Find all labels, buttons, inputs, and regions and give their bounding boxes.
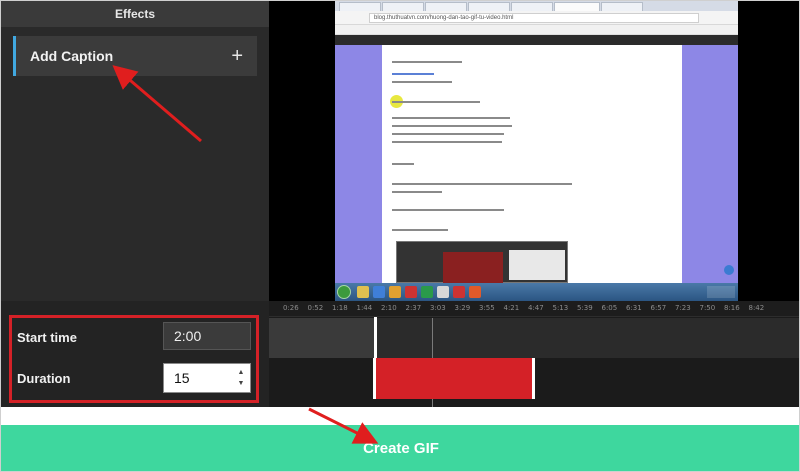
timeline-tick-label: 2:10 [381, 304, 397, 312]
stepper-up-icon[interactable]: ▲ [236, 367, 246, 378]
timeline-tick-label: 1:18 [332, 304, 348, 312]
timeline-tick-label: 6:31 [626, 304, 642, 312]
timeline-tick-label: 4:47 [528, 304, 544, 312]
segment-end-handle[interactable] [532, 358, 535, 399]
timeline-tick-label: 2:37 [405, 304, 422, 312]
timeline-tick-label: 8:16 [724, 304, 740, 312]
timeline-tick-label: 0:26 [283, 304, 299, 312]
timeline[interactable]: 0:26 0:52 1:18 1:44 2:10 2:37 3:03 3:29 3:55 4:21… [269, 301, 799, 407]
timeline-tick-label: 3:55 [479, 304, 495, 312]
playhead-handle[interactable] [374, 317, 377, 358]
stepper-down-icon[interactable]: ▼ [236, 378, 246, 389]
embedded-screenshot [396, 241, 568, 284]
add-caption-label: Add Caption [30, 48, 114, 64]
browser-tab-strip [335, 1, 738, 11]
add-caption-button[interactable]: Add Caption + [13, 36, 257, 76]
timeline-tick-label: 6:05 [601, 304, 618, 312]
effects-panel: Effects Add Caption + [1, 1, 269, 301]
timeline-tick-label: 7:50 [699, 304, 716, 312]
browser-bookmarks-bar [335, 25, 738, 35]
duration-input[interactable]: 15 ▲ ▼ [163, 363, 251, 393]
browser-address-bar: blog.thuthuatvn.com/huong-dan-tao-gif-tu… [335, 11, 738, 25]
timeline-tick-label: 6:57 [650, 304, 667, 312]
timeline-tick-label: 8:42 [748, 304, 765, 312]
windows-taskbar [335, 283, 738, 301]
create-gif-button[interactable]: Create GIF [1, 425, 799, 471]
duration-label: Duration [17, 371, 71, 386]
caption-segment[interactable] [373, 358, 535, 399]
site-admin-bar [335, 35, 738, 45]
timeline-ruler[interactable]: 0:26 0:52 1:18 1:44 2:10 2:37 3:03 3:29 3:55 4:21… [269, 301, 799, 317]
duration-stepper[interactable]: ▲ ▼ [236, 367, 246, 389]
taskbar-clock [707, 286, 735, 298]
video-frame-browser: blog.thuthuatvn.com/huong-dan-tao-gif-tu… [335, 1, 738, 301]
scroll-up-icon [724, 265, 734, 275]
timeline-track-before [269, 318, 377, 358]
plus-icon[interactable]: + [231, 46, 243, 66]
timeline-tick-label: 3:03 [430, 304, 446, 312]
timeline-tick-label: 5:39 [577, 304, 593, 312]
start-icon [337, 285, 351, 299]
duration-value: 15 [174, 370, 190, 386]
gif-maker-window: Effects Add Caption + blog.thuthuatvn.co… [0, 0, 800, 472]
timeline-tick-label: 0:52 [307, 304, 324, 312]
timeline-track-after [377, 318, 799, 358]
start-time-input[interactable]: 2:00 [163, 322, 251, 350]
segment-start-handle[interactable] [373, 358, 376, 399]
timeline-tick-label: 4:21 [503, 304, 520, 312]
timeline-tick-label: 3:29 [454, 304, 471, 312]
timeline-tick-label: 7:23 [675, 304, 691, 312]
timeline-tick-label: 1:44 [356, 304, 373, 312]
browser-url: blog.thuthuatvn.com/huong-dan-tao-gif-tu… [369, 13, 699, 23]
effects-header: Effects [1, 1, 269, 27]
webpage-article [382, 45, 682, 284]
timeline-tick-label: 5:13 [552, 304, 569, 312]
video-preview[interactable]: blog.thuthuatvn.com/huong-dan-tao-gif-tu… [269, 1, 799, 301]
footer-divider [1, 407, 799, 425]
start-time-label: Start time [17, 330, 77, 345]
